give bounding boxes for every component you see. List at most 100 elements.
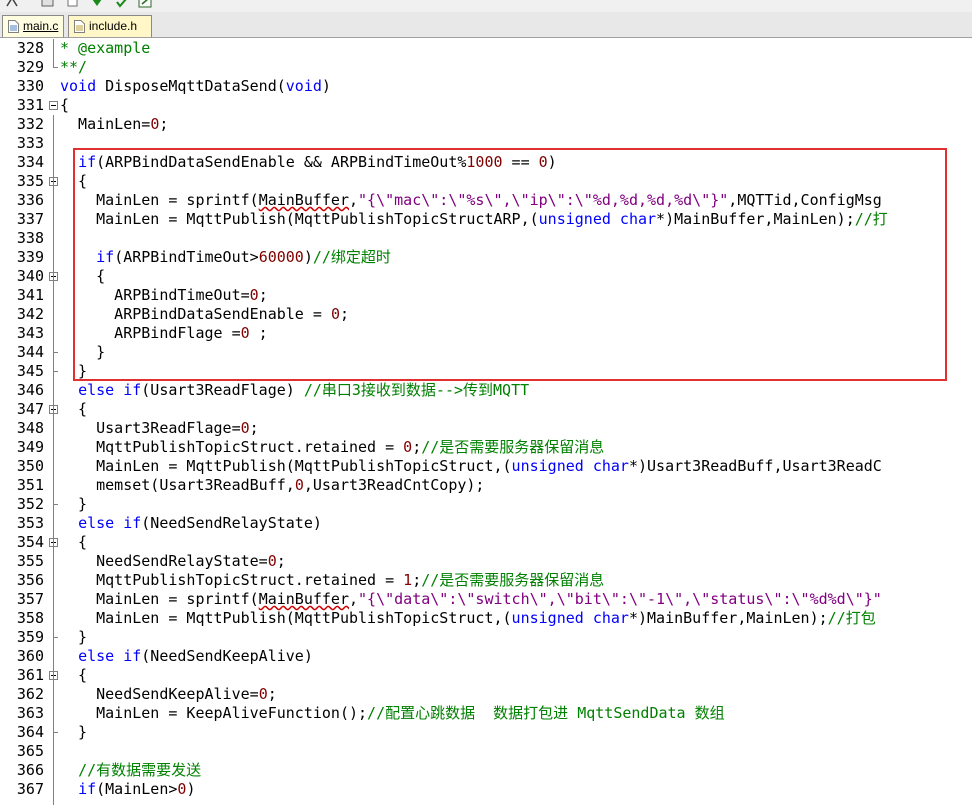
code-token: NeedSendKeepAlive= [60, 685, 259, 703]
code-line[interactable]: else if(NeedSendRelayState) [60, 514, 322, 533]
code-token: 0 [240, 324, 250, 342]
copy-icon[interactable] [66, 0, 80, 8]
code-line[interactable]: NeedSendRelayState=0; [60, 552, 286, 571]
code-token: //有数据需要发送 [78, 761, 202, 779]
code-token: void [285, 77, 322, 95]
code-token: } [60, 723, 88, 741]
code-line[interactable]: } [60, 343, 105, 362]
compile-icon[interactable] [5, 0, 19, 8]
code-line[interactable]: MqttPublishTopicStruct.retained = 1;//是否… [60, 571, 604, 590]
code-line[interactable]: * @example [60, 39, 150, 58]
tab-include-h[interactable]: include.h [68, 15, 152, 37]
code-token: ARPBindDataSendEnable = [60, 305, 331, 323]
code-line[interactable]: //有数据需要发送 [60, 761, 201, 780]
code-token: **/ [60, 58, 88, 76]
code-token: , [349, 590, 359, 608]
code-line[interactable]: } [60, 628, 87, 647]
code-line[interactable]: } [60, 495, 87, 514]
code-token: { [60, 96, 70, 114]
code-line[interactable]: if(ARPBindDataSendEnable && ARPBindTimeO… [60, 153, 557, 172]
check-icon[interactable] [115, 0, 129, 8]
code-token: //是否需要服务器保留消息 [421, 571, 605, 589]
code-line[interactable]: MqttPublishTopicStruct.retained = 0;//是否… [60, 438, 604, 457]
code-line[interactable]: MainLen = MqttPublish(MqttPublishTopicSt… [60, 609, 876, 628]
code-line[interactable]: { [60, 400, 87, 419]
export-icon[interactable] [138, 0, 152, 8]
line-number: 337 [16, 210, 44, 228]
line-number: 338 [16, 229, 44, 247]
fold-guide [53, 39, 54, 67]
code-token: (Usart3ReadFlage) [141, 381, 304, 399]
line-number: 365 [16, 742, 44, 760]
line-number: 341 [16, 286, 44, 304]
code-token: else if [78, 647, 142, 665]
file-tab-bar: main.c include.h [0, 12, 972, 38]
code-token: //是否需要服务器保留消息 [421, 438, 605, 456]
code-line[interactable]: MainLen = sprintf(MainBuffer,"{\"data\":… [60, 590, 882, 609]
code-line[interactable]: { [60, 533, 87, 552]
line-number: 367 [16, 780, 44, 798]
line-number: 333 [16, 134, 44, 152]
code-line[interactable]: Usart3ReadFlage=0; [60, 419, 259, 438]
code-token: (MainLen> [96, 780, 178, 798]
line-number: 336 [16, 191, 44, 209]
code-token: ,Usart3ReadCntCopy); [303, 476, 485, 494]
code-line[interactable]: else if(NeedSendKeepAlive) [60, 647, 313, 666]
code-token: MainLen = sprintf( [60, 590, 259, 608]
code-editor[interactable]: 328 329 330 331 332 333 334 335 336 337 338 339 340 3… [0, 38, 972, 805]
code-line[interactable]: } [60, 723, 87, 742]
code-token: *)MainBuffer,MainLen); [628, 609, 828, 627]
code-token: MainBuffer [258, 191, 349, 209]
code-line[interactable]: void DisposeMqttDataSend(void) [60, 77, 331, 96]
line-number: 335 [16, 172, 44, 190]
code-token: } [60, 495, 88, 513]
code-token: if [78, 153, 97, 171]
line-number: 358 [16, 609, 44, 627]
fold-end-marker [53, 504, 58, 505]
code-token: , [349, 191, 359, 209]
code-line[interactable]: { [60, 267, 105, 286]
code-line[interactable]: { [60, 666, 87, 685]
code-token: ; [267, 685, 277, 703]
code-line[interactable]: } [60, 362, 87, 381]
code-line[interactable]: { [60, 172, 87, 191]
fold-toggle-icon[interactable] [49, 101, 58, 110]
code-line[interactable]: MainLen = KeepAliveFunction();//配置心跳数据 数… [60, 704, 725, 723]
tab-main-c[interactable]: main.c [2, 15, 64, 37]
code-token: { [60, 267, 106, 285]
line-number: 352 [16, 495, 44, 513]
code-line[interactable]: if(MainLen>0) [60, 780, 195, 799]
code-line[interactable]: ARPBindDataSendEnable = 0; [60, 305, 349, 324]
code-token: (ARPBindTimeOut> [114, 248, 259, 266]
code-line[interactable]: ARPBindFlage =0 ; [60, 324, 268, 343]
code-line[interactable]: MainLen=0; [60, 115, 168, 134]
code-token: MainLen = MqttPublish(MqttPublishTopicSt… [60, 457, 512, 475]
code-line[interactable]: memset(Usart3ReadBuff,0,Usart3ReadCntCop… [60, 476, 484, 495]
down-arrow-icon[interactable] [90, 0, 104, 8]
window-icon[interactable] [41, 0, 55, 8]
code-line[interactable]: ARPBindTimeOut=0; [60, 286, 268, 305]
code-line[interactable]: if(ARPBindTimeOut>60000)//绑定超时 [60, 248, 391, 267]
tab-label: include.h [89, 19, 138, 33]
code-area[interactable]: * @example **/void DisposeMqttDataSend(vo… [60, 38, 972, 805]
code-token: ARPBindTimeOut= [60, 286, 250, 304]
code-token: MainLen = KeepAliveFunction(); [60, 704, 368, 722]
code-line[interactable]: **/ [60, 58, 87, 77]
line-number: 334 [16, 153, 44, 171]
code-line[interactable]: MainLen = MqttPublish(MqttPublishTopicSt… [60, 210, 888, 229]
line-number: 347 [16, 400, 44, 418]
code-line[interactable]: else if(Usart3ReadFlage) //串口3接收到数据-->传到… [60, 381, 529, 400]
code-line[interactable]: MainLen = MqttPublish(MqttPublishTopicSt… [60, 457, 882, 476]
code-line[interactable]: MainLen = sprintf(MainBuffer,"{\"mac\":\… [60, 191, 882, 210]
code-token: } [60, 628, 88, 646]
code-token: ARPBindFlage = [60, 324, 241, 342]
code-token: ) [321, 77, 331, 95]
code-line[interactable]: { [60, 96, 69, 115]
code-token: 1 [403, 571, 413, 589]
code-token: * @example [60, 39, 151, 57]
code-line[interactable]: NeedSendKeepAlive=0; [60, 685, 277, 704]
